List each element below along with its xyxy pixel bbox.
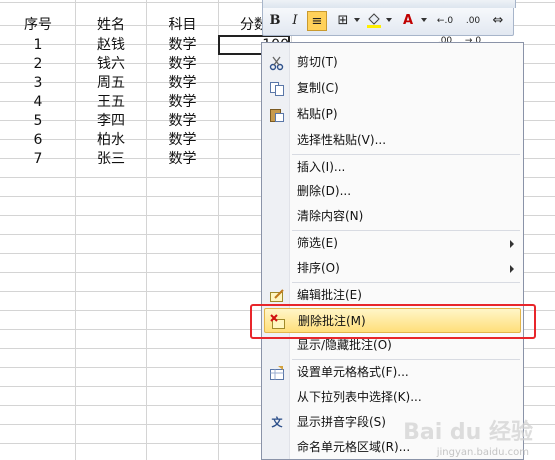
cell-subject[interactable]: 数学 xyxy=(147,112,218,131)
cell-subject[interactable]: 数学 xyxy=(147,55,218,74)
border-icon[interactable]: ⊞ xyxy=(333,11,353,31)
table-row: 6 柏水 数学 92 xyxy=(0,131,300,150)
header-subject[interactable]: 科目 xyxy=(147,16,218,35)
menu-item-insert[interactable]: 插入(I)... xyxy=(264,155,521,180)
menu-item-label: 从下拉列表中选择(K)... xyxy=(297,390,422,404)
cell-name[interactable]: 柏水 xyxy=(76,131,146,150)
cell-name[interactable]: 王五 xyxy=(76,93,146,112)
menu-item-label: 剪切(T) xyxy=(297,55,338,69)
context-menu: 剪切(T) 复制(C) 粘贴(P) 选择性粘贴(V)... 插入(I)... 删… xyxy=(261,42,524,460)
cell-number[interactable]: 1 xyxy=(2,36,74,55)
scissors-icon xyxy=(269,55,285,71)
merge-center-icon[interactable]: ⇔ xyxy=(487,11,509,31)
cell-subject[interactable]: 数学 xyxy=(147,93,218,112)
table-row: 2 钱六 数学 70 xyxy=(0,55,300,74)
align-center-icon[interactable]: ≡ xyxy=(307,11,327,31)
menu-item-format-cells[interactable]: 设置单元格格式(F)... xyxy=(264,360,521,385)
font-color-button[interactable]: A xyxy=(397,11,419,31)
submenu-arrow-icon xyxy=(510,265,514,273)
edit-comment-icon xyxy=(269,288,285,304)
menu-item-label: 选择性粘贴(V)... xyxy=(297,133,387,147)
header-number[interactable]: 序号 xyxy=(2,16,74,35)
menu-item-paste-special[interactable]: 选择性粘贴(V)... xyxy=(264,128,521,153)
header-name[interactable]: 姓名 xyxy=(76,16,146,35)
menu-item-label: 命名单元格区域(R)... xyxy=(297,440,411,454)
menu-item-label: 删除(D)... xyxy=(297,184,352,198)
table-row: 7 张三 数学 95 xyxy=(0,150,300,169)
cell-name[interactable]: 赵钱 xyxy=(76,36,146,55)
cell-number[interactable]: 4 xyxy=(2,93,74,112)
paste-icon xyxy=(269,107,285,123)
menu-item-delete[interactable]: 删除(D)... xyxy=(264,179,521,204)
menu-item-label: 清除内容(N) xyxy=(297,209,364,223)
fill-dropdown-icon[interactable] xyxy=(386,18,392,22)
table-row: 4 王五 数学 89 xyxy=(0,93,300,112)
menu-item-label: 粘贴(P) xyxy=(297,107,338,121)
menu-item-label: 排序(O) xyxy=(297,261,340,275)
increase-decimal-icon[interactable]: ←.0 .00 xyxy=(433,11,457,46)
menu-item-label: 筛选(E) xyxy=(297,236,338,250)
table-row: 3 周五 数学 64 xyxy=(0,74,300,93)
cell-name[interactable]: 周五 xyxy=(76,74,146,93)
mini-toolbar: B I ≡ ⊞ A ←.0 .00 .00 →.0 ⇔ xyxy=(262,0,516,46)
cell-number[interactable]: 5 xyxy=(2,112,74,131)
cell-number[interactable]: 2 xyxy=(2,55,74,74)
table-row: 5 李四 数学 92 xyxy=(0,112,300,131)
cell-subject[interactable]: 数学 xyxy=(147,131,218,150)
menu-item-label: 复制(C) xyxy=(297,81,339,95)
menu-item-clear-contents[interactable]: 清除内容(N) xyxy=(264,204,521,229)
font-color-dropdown-icon[interactable] xyxy=(421,18,427,22)
menu-item-cut[interactable]: 剪切(T) xyxy=(264,50,521,75)
menu-item-paste[interactable]: 粘贴(P) xyxy=(264,102,521,127)
menu-item-sort[interactable]: 排序(O) xyxy=(264,256,521,281)
copy-icon xyxy=(269,81,285,97)
decrease-decimal-icon[interactable]: .00 →.0 xyxy=(461,11,485,46)
menu-item-label: 插入(I)... xyxy=(297,160,346,174)
cell-number[interactable]: 3 xyxy=(2,74,74,93)
cell-subject[interactable]: 数学 xyxy=(147,150,218,169)
highlight-annotation-box xyxy=(250,304,536,339)
italic-button[interactable]: I xyxy=(287,11,303,31)
submenu-arrow-icon xyxy=(510,240,514,248)
bold-button[interactable]: B xyxy=(267,11,283,31)
fill-color-icon[interactable] xyxy=(363,11,385,31)
header-row: 序号 姓名 科目 分数 xyxy=(0,16,300,35)
cell-number[interactable]: 7 xyxy=(2,150,74,169)
format-cells-icon xyxy=(269,365,285,381)
menu-item-copy[interactable]: 复制(C) xyxy=(264,76,521,101)
cell-name[interactable]: 钱六 xyxy=(76,55,146,74)
border-dropdown-icon[interactable] xyxy=(354,18,360,22)
menu-item-label: 设置单元格格式(F)... xyxy=(297,365,409,379)
watermark-logo: Bai du 经验 xyxy=(403,420,533,445)
menu-item-pick-from-list[interactable]: 从下拉列表中选择(K)... xyxy=(264,385,521,410)
cell-number[interactable]: 6 xyxy=(2,131,74,150)
cell-subject[interactable]: 数学 xyxy=(147,36,218,55)
cell-subject[interactable]: 数学 xyxy=(147,74,218,93)
phonetic-icon: 文 xyxy=(271,416,283,429)
watermark-url: jingyan.baidu.com xyxy=(436,447,529,458)
menu-item-filter[interactable]: 筛选(E) xyxy=(264,231,521,256)
paint-bucket-icon xyxy=(367,13,381,28)
cell-name[interactable]: 张三 xyxy=(76,150,146,169)
cell-name[interactable]: 李四 xyxy=(76,112,146,131)
menu-item-label: 显示拼音字段(S) xyxy=(297,415,386,429)
